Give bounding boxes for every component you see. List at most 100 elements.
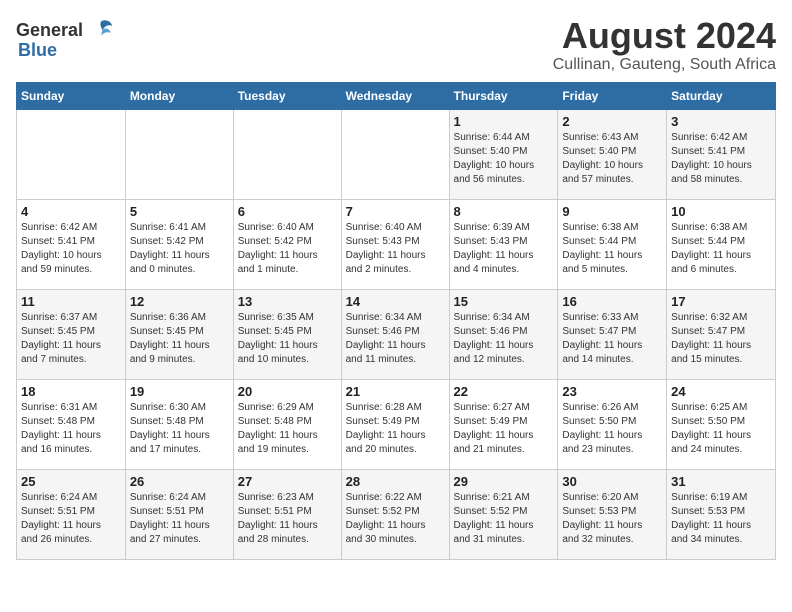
calendar-cell: 7Sunrise: 6:40 AM Sunset: 5:43 PM Daylig… (341, 199, 449, 289)
day-info: Sunrise: 6:43 AM Sunset: 5:40 PM Dayligh… (562, 131, 662, 187)
calendar-cell: 16 Sunrise: 6:33 AM Sunset: 5:47 PM Dayli… (558, 289, 667, 379)
day-number: 27 (238, 474, 337, 489)
logo-bird-icon (87, 16, 115, 44)
header-sunday: Sunday (17, 82, 126, 109)
day-info: Sunrise: 6:34 AM Sunset: 5:46 PM Dayligh… (346, 311, 445, 367)
calendar-cell: 13 Sunrise: 6:35 AM Sunset: 5:45 PM Dayli… (233, 289, 341, 379)
logo: General Blue (16, 16, 115, 61)
day-number: 23 (562, 384, 662, 399)
day-info: Sunrise: 6:39 AM Sunset: 5:43 PM Dayligh… (454, 221, 554, 277)
calendar-cell: 21Sunrise: 6:28 AM Sunset: 5:49 PM Dayli… (341, 379, 449, 469)
calendar-cell (17, 109, 126, 199)
day-info: Sunrise: 6:19 AM Sunset: 5:53 PM Dayligh… (671, 491, 771, 547)
day-info: Sunrise: 6:24 AM Sunset: 5:51 PM Dayligh… (21, 491, 121, 547)
calendar-cell: 30 Sunrise: 6:20 AM Sunset: 5:53 PM Dayli… (558, 469, 667, 559)
calendar-cell (341, 109, 449, 199)
day-info: Sunrise: 6:35 AM Sunset: 5:45 PM Dayligh… (238, 311, 337, 367)
header-friday: Friday (558, 82, 667, 109)
day-info: Sunrise: 6:38 AM Sunset: 5:44 PM Dayligh… (562, 221, 662, 277)
day-info: Sunrise: 6:27 AM Sunset: 5:49 PM Dayligh… (454, 401, 554, 457)
day-info: Sunrise: 6:40 AM Sunset: 5:43 PM Dayligh… (346, 221, 445, 277)
calendar-cell: 31 Sunrise: 6:19 AM Sunset: 5:53 PM Dayli… (667, 469, 776, 559)
day-number: 14 (346, 294, 445, 309)
header-wednesday: Wednesday (341, 82, 449, 109)
day-number: 19 (130, 384, 229, 399)
header-tuesday: Tuesday (233, 82, 341, 109)
day-number: 21 (346, 384, 445, 399)
week-row-3: 18 Sunrise: 6:31 AM Sunset: 5:48 PM Dayli… (17, 379, 776, 469)
day-number: 1 (454, 114, 554, 129)
week-row-1: 4Sunrise: 6:42 AM Sunset: 5:41 PM Daylig… (17, 199, 776, 289)
day-number: 2 (562, 114, 662, 129)
day-info: Sunrise: 6:34 AM Sunset: 5:46 PM Dayligh… (454, 311, 554, 367)
day-number: 28 (346, 474, 445, 489)
week-row-2: 11 Sunrise: 6:37 AM Sunset: 5:45 PM Dayli… (17, 289, 776, 379)
calendar-cell: 8 Sunrise: 6:39 AM Sunset: 5:43 PM Daylig… (449, 199, 558, 289)
day-info: Sunrise: 6:38 AM Sunset: 5:44 PM Dayligh… (671, 221, 771, 277)
day-info: Sunrise: 6:31 AM Sunset: 5:48 PM Dayligh… (21, 401, 121, 457)
day-info: Sunrise: 6:24 AM Sunset: 5:51 PM Dayligh… (130, 491, 229, 547)
calendar-cell: 25 Sunrise: 6:24 AM Sunset: 5:51 PM Dayli… (17, 469, 126, 559)
day-number: 8 (454, 204, 554, 219)
week-row-0: 1Sunrise: 6:44 AM Sunset: 5:40 PM Daylig… (17, 109, 776, 199)
header-row: SundayMondayTuesdayWednesdayThursdayFrid… (17, 82, 776, 109)
calendar-cell: 2 Sunrise: 6:43 AM Sunset: 5:40 PM Daylig… (558, 109, 667, 199)
calendar-cell: 26Sunrise: 6:24 AM Sunset: 5:51 PM Dayli… (125, 469, 233, 559)
day-number: 15 (454, 294, 554, 309)
day-number: 13 (238, 294, 337, 309)
day-number: 29 (454, 474, 554, 489)
calendar-cell: 23 Sunrise: 6:26 AM Sunset: 5:50 PM Dayli… (558, 379, 667, 469)
calendar-cell: 5 Sunrise: 6:41 AM Sunset: 5:42 PM Daylig… (125, 199, 233, 289)
title-area: August 2024 Cullinan, Gauteng, South Afr… (553, 16, 776, 74)
calendar-cell: 18 Sunrise: 6:31 AM Sunset: 5:48 PM Dayli… (17, 379, 126, 469)
day-number: 31 (671, 474, 771, 489)
day-info: Sunrise: 6:36 AM Sunset: 5:45 PM Dayligh… (130, 311, 229, 367)
logo-text-blue: Blue (18, 40, 57, 61)
calendar-cell: 24Sunrise: 6:25 AM Sunset: 5:50 PM Dayli… (667, 379, 776, 469)
calendar-cell: 4Sunrise: 6:42 AM Sunset: 5:41 PM Daylig… (17, 199, 126, 289)
day-info: Sunrise: 6:21 AM Sunset: 5:52 PM Dayligh… (454, 491, 554, 547)
day-number: 17 (671, 294, 771, 309)
day-info: Sunrise: 6:26 AM Sunset: 5:50 PM Dayligh… (562, 401, 662, 457)
day-number: 5 (130, 204, 229, 219)
calendar-cell: 11 Sunrise: 6:37 AM Sunset: 5:45 PM Dayli… (17, 289, 126, 379)
day-info: Sunrise: 6:22 AM Sunset: 5:52 PM Dayligh… (346, 491, 445, 547)
calendar-cell: 15 Sunrise: 6:34 AM Sunset: 5:46 PM Dayli… (449, 289, 558, 379)
calendar-cell: 28 Sunrise: 6:22 AM Sunset: 5:52 PM Dayli… (341, 469, 449, 559)
day-number: 3 (671, 114, 771, 129)
calendar-cell (125, 109, 233, 199)
day-number: 16 (562, 294, 662, 309)
day-info: Sunrise: 6:42 AM Sunset: 5:41 PM Dayligh… (21, 221, 121, 277)
header-thursday: Thursday (449, 82, 558, 109)
day-number: 25 (21, 474, 121, 489)
day-number: 11 (21, 294, 121, 309)
calendar-body: 1Sunrise: 6:44 AM Sunset: 5:40 PM Daylig… (17, 109, 776, 559)
week-row-4: 25 Sunrise: 6:24 AM Sunset: 5:51 PM Dayli… (17, 469, 776, 559)
day-info: Sunrise: 6:23 AM Sunset: 5:51 PM Dayligh… (238, 491, 337, 547)
day-number: 12 (130, 294, 229, 309)
calendar-cell: 14 Sunrise: 6:34 AM Sunset: 5:46 PM Dayli… (341, 289, 449, 379)
day-number: 9 (562, 204, 662, 219)
day-info: Sunrise: 6:33 AM Sunset: 5:47 PM Dayligh… (562, 311, 662, 367)
calendar-cell: 3Sunrise: 6:42 AM Sunset: 5:41 PM Daylig… (667, 109, 776, 199)
day-info: Sunrise: 6:40 AM Sunset: 5:42 PM Dayligh… (238, 221, 337, 277)
day-info: Sunrise: 6:32 AM Sunset: 5:47 PM Dayligh… (671, 311, 771, 367)
calendar-cell: 22Sunrise: 6:27 AM Sunset: 5:49 PM Dayli… (449, 379, 558, 469)
page-header: General Blue August 2024 Cullinan, Gaute… (16, 16, 776, 74)
page-subtitle: Cullinan, Gauteng, South Africa (553, 56, 776, 74)
calendar-table: SundayMondayTuesdayWednesdayThursdayFrid… (16, 82, 776, 560)
header-saturday: Saturday (667, 82, 776, 109)
day-info: Sunrise: 6:37 AM Sunset: 5:45 PM Dayligh… (21, 311, 121, 367)
day-number: 10 (671, 204, 771, 219)
day-number: 18 (21, 384, 121, 399)
calendar-cell: 9 Sunrise: 6:38 AM Sunset: 5:44 PM Daylig… (558, 199, 667, 289)
day-number: 24 (671, 384, 771, 399)
day-number: 20 (238, 384, 337, 399)
day-info: Sunrise: 6:30 AM Sunset: 5:48 PM Dayligh… (130, 401, 229, 457)
day-number: 6 (238, 204, 337, 219)
day-number: 30 (562, 474, 662, 489)
day-info: Sunrise: 6:41 AM Sunset: 5:42 PM Dayligh… (130, 221, 229, 277)
calendar-cell: 19 Sunrise: 6:30 AM Sunset: 5:48 PM Dayli… (125, 379, 233, 469)
day-info: Sunrise: 6:20 AM Sunset: 5:53 PM Dayligh… (562, 491, 662, 547)
page-title: August 2024 (553, 16, 776, 56)
